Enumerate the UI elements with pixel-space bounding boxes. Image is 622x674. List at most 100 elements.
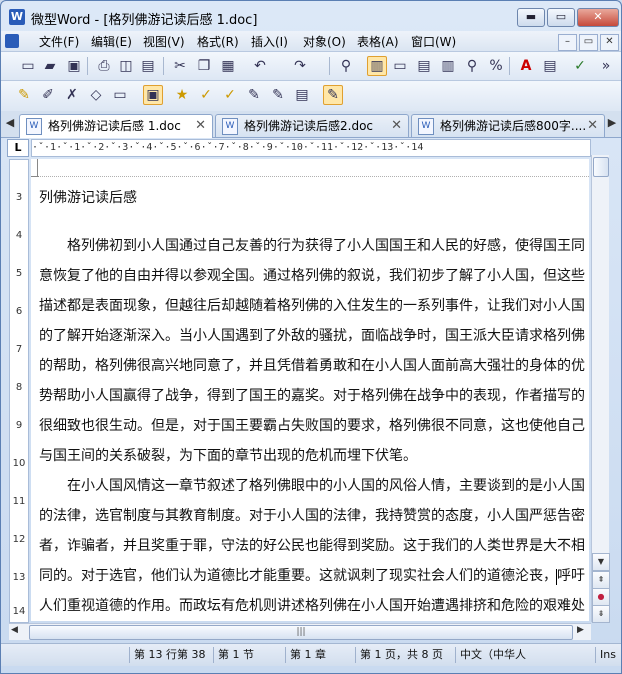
formatting-toolbar: ✎ ✐ ✗ ◇ ▭ ▣ ★ ✓ ✓ ✎ ✎ ▤ ✎	[1, 80, 621, 111]
ruler-number: 4	[15, 230, 23, 241]
doc-file-icon: W	[418, 118, 434, 135]
tab-document-3[interactable]: W 格列佛游记读后感800字.... ✕	[411, 114, 605, 137]
spell-check-icon[interactable]: ✓	[571, 57, 589, 75]
tag-icon[interactable]: ✓	[221, 86, 239, 104]
vertical-scrollbar[interactable]: ▼ ⇞ ● ⇟	[591, 155, 610, 623]
status-insert-mode[interactable]: Ins	[595, 647, 621, 663]
zoom-icon[interactable]: ⚲	[463, 57, 481, 75]
menu-format[interactable]: 格式(R)	[197, 33, 239, 50]
tab-close-icon[interactable]: ✕	[391, 116, 402, 136]
word-app-icon[interactable]: W	[9, 9, 25, 25]
horizontal-scrollbar[interactable]: ◀ ||| ▶	[9, 623, 591, 640]
print-icon[interactable]: ⎙	[95, 57, 113, 75]
document-heading[interactable]: 列佛游记读后感	[39, 183, 589, 213]
document-icon[interactable]	[5, 34, 19, 48]
document-line[interactable]: 的帮助，格列佛很高兴地同意了，并且凭借着勇敢和在小人国人面前高大强壮的身体的优	[39, 351, 589, 381]
menu-file[interactable]: 文件(F)	[39, 33, 79, 50]
ruler-number: 13	[12, 572, 26, 583]
tab-next-icon[interactable]: ▶	[605, 114, 619, 132]
pin-icon[interactable]: ✓	[197, 86, 215, 104]
menu-object[interactable]: 对象(O)	[303, 33, 346, 50]
cut-icon[interactable]: ✂	[171, 57, 189, 75]
document-line[interactable]: 势帮助小人国赢得了战争，得到了国王的嘉奖。对于格列佛在战争中的表现，作者描写的	[39, 381, 589, 411]
link-icon[interactable]: ✎	[269, 86, 287, 104]
status-section: 第 1 节	[213, 647, 284, 663]
menu-window[interactable]: 窗口(W)	[411, 33, 456, 50]
star-icon[interactable]: ★	[173, 86, 191, 104]
scroll-down-icon[interactable]: ▼	[592, 553, 610, 571]
document-line[interactable]: 格列佛初到小人国通过自己友善的行为获得了小人国国王和人民的好感，使得国王同	[39, 231, 589, 261]
document-line[interactable]: 者，诈骗者，并且奖重于罪，守法的好公民也能得到奖励。这于我们的人类世界是大不相	[39, 531, 589, 561]
doc-restore-button[interactable]: ▭	[579, 34, 598, 51]
document-line[interactable]: 同的。对于选官，他们认为道德比才能重要。这就讽刺了现实社会人们的道德沦丧，呼吁	[39, 561, 589, 591]
export-pdf-icon[interactable]: ▤	[139, 57, 157, 75]
document-line[interactable]: 描述都是表面现象，但越往后却越随着格列佛的入住发生的一系列事件，让我们对小人国	[39, 291, 589, 321]
ruler-number: 12	[12, 534, 26, 545]
vertical-ruler[interactable]: 3 4 5 6 7 8 9 10 11 12 13 14	[9, 159, 29, 623]
doc-minimize-button[interactable]: –	[558, 34, 577, 51]
edit-icon[interactable]: ✐	[39, 86, 57, 104]
menu-table[interactable]: 表格(A)	[357, 33, 399, 50]
highlight-icon[interactable]: ✎	[15, 86, 33, 104]
browse-object-icon[interactable]: ●	[592, 588, 610, 606]
document-line[interactable]: 人们重视道德的作用。而政坛有危机则讲述格列佛在小人国开始遭遇排挤和危险的艰难处	[39, 591, 589, 621]
horizontal-ruler[interactable]: ·ˇ·1·ˇ·1·ˇ·2·ˇ·3·ˇ·4·ˇ·5·ˇ·6·ˇ·7·ˇ·8·ˇ·9…	[31, 139, 591, 157]
paste-icon[interactable]: ▦	[219, 57, 237, 75]
redo-icon[interactable]: ↷	[291, 57, 309, 75]
document-line[interactable]: 意恢复了他的自由并得以参观全国。通过格列佛的叙说，我们初步了解了小人国，但这些	[39, 261, 589, 291]
format-icon[interactable]: ▤	[541, 57, 559, 75]
tab-stop-selector[interactable]: L	[7, 139, 29, 157]
print-preview-icon[interactable]: ◫	[117, 57, 135, 75]
crop-mark	[37, 159, 38, 177]
document-line[interactable]: 的了解开始逐渐深入。当小人国遇到了外敌的骚扰，面临战争时，国王派大臣请求格列佛	[39, 321, 589, 351]
page-view-icon[interactable]: ▭	[391, 57, 409, 75]
scroll-thumb[interactable]: |||	[29, 625, 573, 640]
shape-icon[interactable]: ◇	[87, 86, 105, 104]
note-icon[interactable]: ▤	[293, 86, 311, 104]
undo-icon[interactable]: ↶	[251, 57, 269, 75]
document-line[interactable]: 与国王间的关系破裂，为下面的章节出现的危机而埋下伏笔。	[39, 441, 589, 471]
document-line[interactable]: 在小人国风情这一章节叙述了格列佛眼中的小人国的风俗人情，主要谈到的是小人国	[39, 471, 589, 501]
save-icon[interactable]: ▣	[65, 57, 83, 75]
scroll-grip-icon: |||	[296, 627, 306, 637]
bookmark-icon[interactable]: ✎	[245, 86, 263, 104]
tab-close-icon[interactable]: ✕	[587, 116, 598, 136]
scroll-left-icon[interactable]: ◀	[11, 625, 18, 635]
tab-prev-icon[interactable]: ◀	[3, 114, 17, 132]
open-folder-icon[interactable]: ▰	[41, 57, 59, 75]
scroll-thumb[interactable]	[593, 157, 609, 177]
scroll-right-icon[interactable]: ▶	[577, 625, 584, 635]
percent-icon[interactable]: %	[487, 57, 505, 75]
draft-view-icon[interactable]: ▥	[439, 57, 457, 75]
comment-icon[interactable]: ✎	[323, 85, 343, 105]
menu-insert[interactable]: 插入(I)	[251, 33, 288, 50]
copy-icon[interactable]: ❐	[195, 57, 213, 75]
close-button[interactable]: ✕	[577, 8, 619, 27]
tab-document-1[interactable]: W 格列佛游记读后感 1.doc ✕	[19, 114, 213, 138]
delete-icon[interactable]: ✗	[63, 86, 81, 104]
clipboard-icon[interactable]: ▣	[143, 85, 163, 105]
outline-view-icon[interactable]: ▤	[415, 57, 433, 75]
document-line[interactable]: 很细致也很生动。但是，对于国王要霸占失败国的要求，格列佛很不同意，这也使他自己	[39, 411, 589, 441]
find-icon[interactable]: ⚲	[337, 57, 355, 75]
doc-close-button[interactable]: ✕	[600, 34, 619, 51]
menu-edit[interactable]: 编辑(E)	[91, 33, 132, 50]
new-document-icon[interactable]: ▭	[19, 57, 37, 75]
layout-view-icon[interactable]: ▥	[367, 56, 387, 76]
more-tools-icon[interactable]: »	[597, 57, 615, 75]
status-bar: 第 13 行第 38 第 1 节 第 1 章 第 1 页，共 8 页 中文（中华…	[1, 643, 621, 666]
text-icon[interactable]: ▭	[111, 86, 129, 104]
next-page-icon[interactable]: ⇟	[592, 605, 610, 623]
menu-view[interactable]: 视图(V)	[143, 33, 185, 50]
font-color-icon[interactable]: A	[517, 57, 535, 75]
document-tab-bar: W 格列佛游记读后感 1.doc ✕ W 格列佛游记读后感2.doc ✕ W 格…	[1, 111, 621, 138]
status-language: 中文（中华人	[455, 647, 534, 663]
prev-page-icon[interactable]: ⇞	[592, 571, 610, 589]
doc-file-icon: W	[222, 118, 238, 135]
maximize-button[interactable]: ▭	[547, 8, 575, 27]
document-line[interactable]: 的法律，选官制度与其教育制度。对于小人国的法律，我持赞赏的态度，小人国严惩告密	[39, 501, 589, 531]
document-page[interactable]: 列佛游记读后感 格列佛初到小人国通过自己友善的行为获得了小人国国王和人民的好感，…	[31, 159, 589, 621]
tab-document-2[interactable]: W 格列佛游记读后感2.doc ✕	[215, 114, 409, 137]
tab-close-icon[interactable]: ✕	[195, 116, 206, 136]
minimize-button[interactable]: ▬	[517, 8, 545, 27]
